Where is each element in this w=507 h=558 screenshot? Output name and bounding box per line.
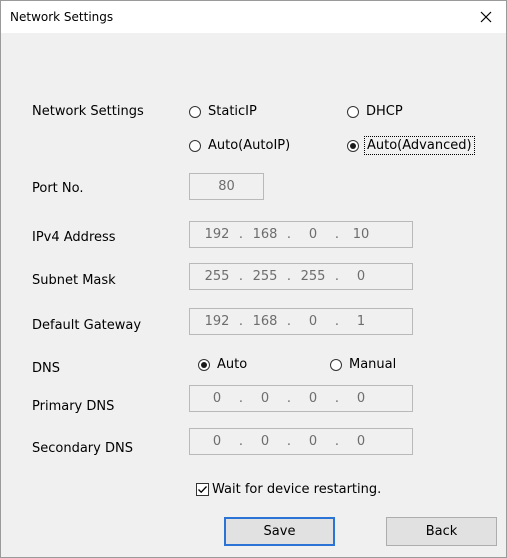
secondary-dns-label: Secondary DNS <box>32 441 133 456</box>
radio-button-selected-icon <box>198 358 210 371</box>
ip-octet: 255 <box>204 269 230 284</box>
radio-button-icon <box>347 105 359 118</box>
ip-octet: 1 <box>356 314 366 329</box>
subnet-label: Subnet Mask <box>32 273 116 288</box>
gateway-label: Default Gateway <box>32 318 142 333</box>
radio-auto-autoip[interactable]: Auto(AutoIP) <box>189 138 290 153</box>
close-button[interactable] <box>466 1 506 33</box>
ip-octet: 0 <box>308 391 318 406</box>
back-button[interactable]: Back <box>386 517 497 546</box>
ip-octet: 0 <box>212 434 222 449</box>
ip-octet: 0 <box>308 227 318 242</box>
radio-dns-manual-label: Manual <box>349 357 397 372</box>
ip-octet: 168 <box>252 314 278 329</box>
ip-octet: 0 <box>308 314 318 329</box>
gateway-field[interactable]: 192. 168. 0. 1 <box>189 308 413 335</box>
network-settings-label: Network Settings <box>32 104 144 119</box>
ip-octet: 255 <box>252 269 278 284</box>
title-bar: Network Settings <box>1 1 506 33</box>
dialog-title: Network Settings <box>10 10 114 24</box>
close-icon <box>480 11 492 23</box>
ip-octet: 10 <box>352 227 370 242</box>
dns-label: DNS <box>32 361 60 376</box>
ip-octet: 255 <box>300 269 326 284</box>
ip-octet: 0 <box>356 391 366 406</box>
ip-octet: 192 <box>204 227 230 242</box>
port-label: Port No. <box>32 181 84 196</box>
primary-dns-field[interactable]: 0. 0. 0. 0 <box>189 385 413 412</box>
radio-staticip-label: StaticIP <box>208 104 257 119</box>
wait-restart-label: Wait for device restarting. <box>212 482 382 497</box>
radio-button-selected-icon <box>347 139 359 152</box>
checkbox-icon <box>196 483 209 496</box>
ip-octet: 0 <box>260 391 270 406</box>
checkmark-icon <box>198 486 207 494</box>
port-field[interactable]: 80 <box>189 173 264 200</box>
radio-staticip[interactable]: StaticIP <box>189 104 257 119</box>
secondary-dns-field[interactable]: 0. 0. 0. 0 <box>189 428 413 455</box>
ip-octet: 168 <box>252 227 278 242</box>
radio-dns-manual[interactable]: Manual <box>330 357 396 372</box>
ip-octet: 0 <box>308 434 318 449</box>
ip-octet: 0 <box>356 269 366 284</box>
radio-button-icon <box>189 139 201 152</box>
ipv4-label: IPv4 Address <box>32 230 116 245</box>
radio-button-icon <box>330 358 342 371</box>
radio-dns-auto[interactable]: Auto <box>198 357 247 372</box>
ip-octet: 0 <box>356 434 366 449</box>
wait-restart-checkbox[interactable]: Wait for device restarting. <box>196 482 381 497</box>
radio-button-icon <box>189 105 201 118</box>
ip-octet: 192 <box>204 314 230 329</box>
network-settings-dialog: Network Settings Network Settings Static… <box>0 0 507 558</box>
subnet-field[interactable]: 255. 255. 255. 0 <box>189 263 413 290</box>
radio-dhcp-label: DHCP <box>366 104 403 119</box>
ip-octet: 0 <box>212 391 222 406</box>
ipv4-field[interactable]: 192. 168. 0. 10 <box>189 221 413 248</box>
port-value: 80 <box>218 179 235 194</box>
radio-auto-autoip-label: Auto(AutoIP) <box>208 138 291 153</box>
radio-dns-auto-label: Auto <box>217 357 248 372</box>
ip-octet: 0 <box>260 434 270 449</box>
primary-dns-label: Primary DNS <box>32 399 115 414</box>
radio-auto-advanced[interactable]: Auto(Advanced) <box>347 136 475 155</box>
save-button[interactable]: Save <box>224 517 335 546</box>
radio-auto-advanced-label: Auto(Advanced) <box>364 136 475 155</box>
radio-dhcp[interactable]: DHCP <box>347 104 403 119</box>
